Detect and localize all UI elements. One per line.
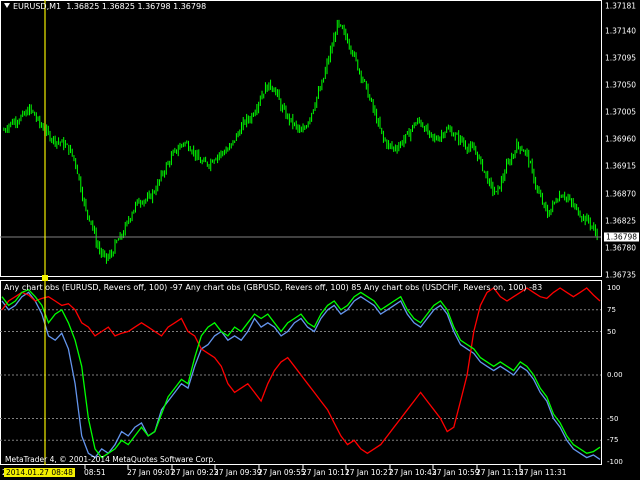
- indicator-tick-label: 50: [607, 327, 616, 336]
- time-tick-label: 27 Jan 09:55: [258, 468, 306, 477]
- time-tick-label: 27 Jan 10:59: [432, 468, 480, 477]
- time-tick-label: 27 Jan 10:43: [389, 468, 437, 477]
- price-tick-label: 1.37181: [605, 1, 637, 11]
- indicator-tick-label: -100: [607, 458, 623, 466]
- chart-canvas[interactable]: [0, 0, 640, 480]
- price-tick-label: 1.37005: [605, 107, 637, 117]
- indicator-tick-label: 75: [607, 305, 616, 314]
- price-tick-label: 1.37050: [605, 80, 637, 90]
- crosshair-time-label: 2014.01.27 08:48: [4, 468, 75, 477]
- dropdown-triangle-icon[interactable]: [4, 3, 10, 8]
- copyright-label: MetaTrader 4, © 2001-2014 MetaQuotes Sof…: [5, 455, 216, 464]
- price-tick-label: 1.36870: [605, 189, 637, 199]
- time-tick-label: 27 Jan 09:23: [171, 468, 219, 477]
- time-tick-label: 27 Jan 11:31: [519, 468, 567, 477]
- crosshair-marker: [42, 275, 48, 281]
- symbol-label: EURUSD,M1: [13, 2, 62, 11]
- price-tick-label: 1.36735: [605, 270, 637, 280]
- time-tick-label: 27 Jan 09:39: [214, 468, 262, 477]
- current-price-label: 1.36798: [604, 232, 640, 242]
- time-tick-label: 27 Jan 09:07: [127, 468, 175, 477]
- indicator-tick-label: -50: [607, 414, 619, 423]
- time-tick-label: 27 Jan 10:27: [345, 468, 393, 477]
- indicator-tick-label: -75: [607, 436, 619, 445]
- price-tick-label: 1.37095: [605, 53, 637, 63]
- time-tick-label: 27 Jan 11:15: [476, 468, 524, 477]
- indicator-header: Any chart obs (EURUSD, Revers off, 100) …: [4, 283, 543, 292]
- price-tick-label: 1.36960: [605, 134, 637, 144]
- indicator-tick-label: 100: [607, 284, 621, 292]
- price-tick-label: 1.36780: [605, 243, 637, 253]
- ohlc-values: 1.36825 1.36825 1.36798 1.36798: [66, 2, 207, 11]
- symbol-header: EURUSD,M1 1.36825 1.36825 1.36798 1.3679…: [4, 2, 206, 11]
- price-tick-label: 1.36825: [605, 216, 637, 226]
- price-panel[interactable]: [0, 0, 602, 277]
- price-tick-label: 1.36915: [605, 161, 637, 171]
- time-tick-label: 27 Jan 10:11: [302, 468, 350, 477]
- time-tick-label: 08:51: [84, 468, 106, 477]
- price-tick-label: 1.37140: [605, 26, 637, 36]
- indicator-panel[interactable]: [0, 280, 602, 465]
- indicator-tick-label: 0.00: [607, 371, 623, 379]
